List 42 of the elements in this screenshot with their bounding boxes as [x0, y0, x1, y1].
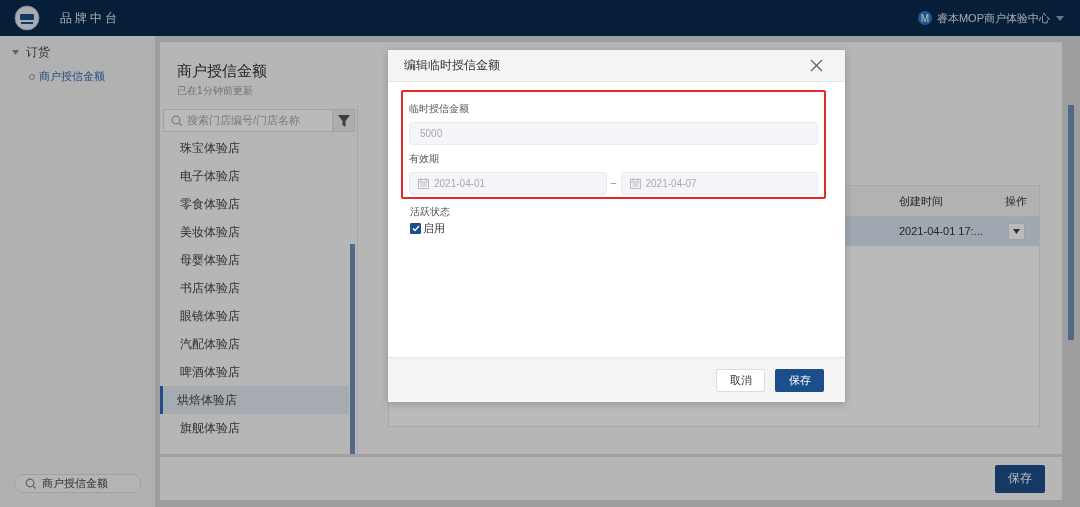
scrollbar-thumb[interactable]: [1068, 105, 1074, 340]
save-button[interactable]: 保存: [775, 368, 824, 392]
field-label: 临时授信金额: [409, 102, 470, 116]
checkbox-label[interactable]: 启用: [423, 221, 445, 236]
dialog-title: 编辑临时授信金额: [404, 57, 500, 74]
caret-icon: [1012, 228, 1020, 234]
page-title: 商户授信金额: [177, 62, 267, 81]
store-item[interactable]: 旗舰体验店: [160, 414, 349, 442]
calendar-icon: [629, 178, 641, 189]
save-button[interactable]: 保存: [995, 464, 1045, 493]
store-item[interactable]: 零食体验店: [160, 190, 349, 218]
nav-group[interactable]: 订货: [26, 44, 50, 61]
store-item[interactable]: 烘焙体验店: [160, 386, 349, 414]
column-header: 操作: [1004, 193, 1028, 209]
user-name[interactable]: 睿本MOP商户体验中心: [936, 10, 1050, 26]
store-item[interactable]: 珠宝体验店: [160, 134, 349, 162]
field-label: 有效期: [409, 152, 440, 166]
table-cell-text: 2021-04-01 17:...: [899, 225, 984, 237]
nav-item[interactable]: 商户授信金额: [39, 69, 105, 84]
caret-icon[interactable]: [1056, 15, 1064, 21]
store-item[interactable]: 母婴体验店: [160, 246, 349, 274]
store-item[interactable]: 书店体验店: [160, 274, 349, 302]
store-item[interactable]: 电子体验店: [160, 162, 349, 190]
action-dropdown[interactable]: [1007, 222, 1025, 240]
search-icon: [25, 478, 36, 489]
store-item[interactable]: 眼镜体验店: [160, 302, 349, 330]
close-icon[interactable]: [810, 59, 823, 72]
column-header: 创建时间: [899, 193, 944, 209]
logo-icon: [14, 5, 40, 31]
cancel-button[interactable]: 取消: [716, 368, 765, 392]
checkbox[interactable]: [410, 223, 421, 234]
range-separator: –: [609, 176, 618, 190]
scrollbar-thumb[interactable]: [350, 244, 355, 454]
store-item[interactable]: 美妆体验店: [160, 218, 349, 246]
calendar-icon: [418, 178, 429, 189]
caret-icon[interactable]: [12, 50, 19, 55]
user-avatar[interactable]: M: [917, 11, 932, 25]
store-item[interactable]: 啤酒体验店: [160, 358, 349, 386]
field-label: 活跃状态: [410, 205, 451, 219]
app-title: 品牌中台: [60, 9, 120, 27]
store-item[interactable]: 汽配体验店: [160, 330, 349, 358]
search-field[interactable]: 商户授信金额: [14, 474, 141, 493]
